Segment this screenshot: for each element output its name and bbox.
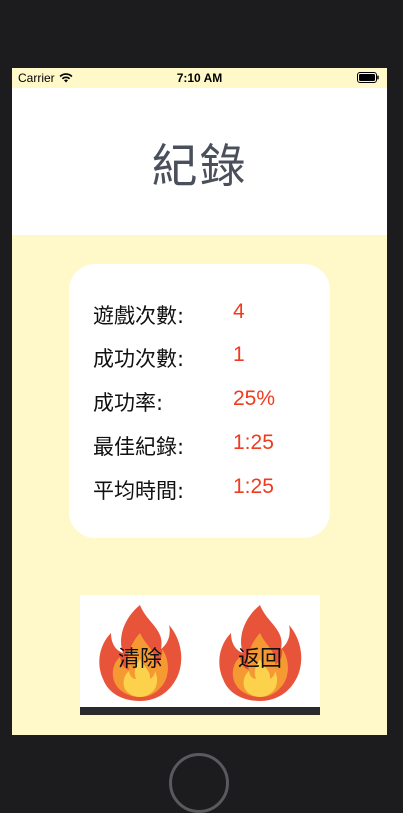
stat-label: 最佳紀錄: [93,435,185,459]
status-bar: Carrier 7:10 AM [12,68,387,88]
clear-button[interactable]: 清除 [80,595,200,707]
home-button[interactable] [169,753,229,813]
stat-label: 平均時間: [93,479,185,503]
stat-value: 1:25 [233,475,274,498]
header: 紀錄 [12,88,387,235]
back-button-label: 返回 [237,647,282,672]
app-screen: Carrier 7:10 AM 紀錄 遊戲次數: 4 成功次數: 1 成功率: … [12,68,387,735]
stat-row-best-record: 最佳紀錄: 1:25 [93,431,323,461]
stat-row-average-time: 平均時間: 1:25 [93,475,323,505]
stat-label: 遊戲次數: [93,304,185,328]
stat-label: 成功次數: [93,347,185,371]
stat-row-success-count: 成功次數: 1 [93,343,323,373]
stat-label: 成功率: [93,391,164,415]
stat-value: 1:25 [233,431,274,454]
action-panel: 清除 返回 [80,595,320,715]
stats-card: 遊戲次數: 4 成功次數: 1 成功率: 25% 最佳紀錄: 1:25 平均時間… [69,264,330,538]
stat-row-success-rate: 成功率: 25% [93,387,323,417]
image-footer-strip [80,707,320,715]
stat-value: 25% [233,387,276,410]
stat-value: 4 [233,300,245,323]
page-title: 紀錄 [151,139,248,193]
status-time: 7:10 AM [176,71,223,85]
stat-value: 1 [233,343,245,366]
stat-row-games-played: 遊戲次數: 4 [93,300,323,330]
battery-icon [357,72,379,83]
clear-button-label: 清除 [117,647,162,672]
device-frame: Carrier 7:10 AM 紀錄 遊戲次數: 4 成功次數: 1 成功率: … [0,0,403,813]
back-button[interactable]: 返回 [200,595,320,707]
